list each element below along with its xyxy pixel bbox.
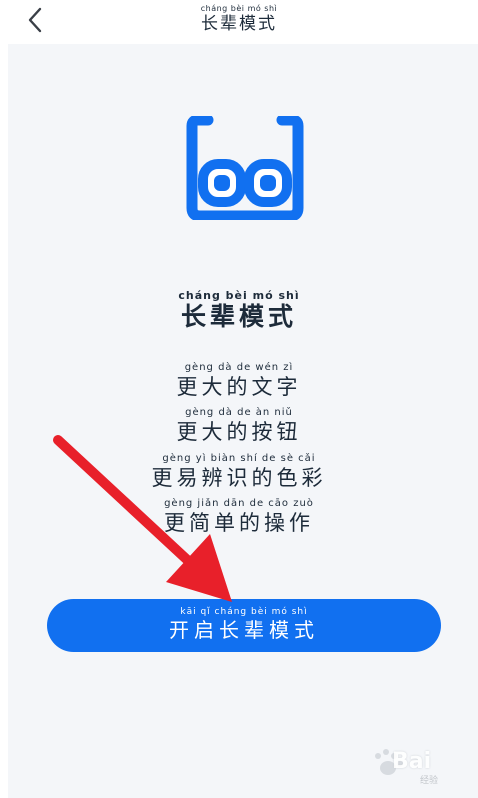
- mode-heading: cháng bèi mó shì 长辈模式: [0, 290, 478, 332]
- feature-item: gèng jiǎn dān de cāo zuò 更简单的操作: [0, 498, 478, 536]
- enable-button-pinyin: kāi qǐ cháng bèi mó shì: [180, 607, 308, 617]
- feature-text: 更易辨识的色彩: [151, 466, 327, 490]
- feature-text: 更大的按钮: [176, 420, 302, 444]
- feature-pinyin: gèng yì biàn shí de sè cǎi: [162, 453, 316, 464]
- enable-button-label: 开启长辈模式: [169, 618, 319, 642]
- feature-pinyin: gèng jiǎn dān de cāo zuò: [164, 498, 314, 509]
- feature-text: 更大的文字: [176, 375, 302, 399]
- feature-item: gèng dà de wén zì 更大的文字: [0, 362, 478, 400]
- feature-pinyin: gèng dà de wén zì: [184, 362, 294, 373]
- feature-text: 更简单的操作: [164, 511, 314, 535]
- enable-elder-mode-button[interactable]: kāi qǐ cháng bèi mó shì 开启长辈模式: [47, 599, 441, 652]
- mode-heading-text: 长辈模式: [180, 302, 297, 331]
- feature-item: gèng dà de àn niǔ 更大的按钮: [0, 407, 478, 445]
- glasses-icon: [186, 116, 304, 220]
- page-title: cháng bèi mó shì 长辈模式: [0, 4, 478, 35]
- page-title-text: 长辈模式: [201, 14, 277, 34]
- page-title-pinyin: cháng bèi mó shì: [200, 4, 278, 13]
- watermark-text: Bai: [392, 749, 432, 774]
- app-screen: cháng bèi mó shì 长辈模式 cháng bèi mó shì 长…: [0, 0, 478, 798]
- feature-item: gèng yì biàn shí de sè cǎi 更易辨识的色彩: [0, 453, 478, 491]
- watermark-subtext: 经验: [420, 776, 439, 786]
- feature-pinyin: gèng dà de àn niǔ: [185, 407, 293, 418]
- mode-heading-pinyin: cháng bèi mó shì: [178, 289, 300, 302]
